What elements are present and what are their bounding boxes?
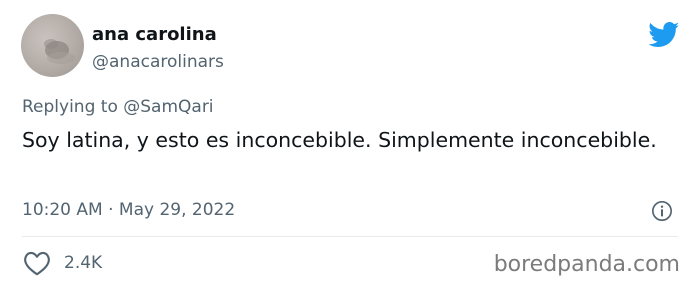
like-count: 2.4K: [64, 253, 103, 273]
watermark: boredpanda.com: [493, 252, 680, 277]
like-action[interactable]: 2.4K: [22, 250, 102, 276]
info-icon[interactable]: [651, 200, 673, 222]
tweet-text: Soy latina, y esto es inconcebible. Simp…: [22, 128, 657, 152]
replying-prefix: Replying to: [22, 97, 124, 117]
author-handle[interactable]: @anacarolinars: [92, 52, 224, 72]
tweet-card: ana carolina @anacarolinars Replying to …: [0, 0, 700, 288]
heart-icon[interactable]: [22, 250, 52, 276]
tweet-timestamp[interactable]: 10:20 AM · May 29, 2022: [22, 200, 235, 220]
author-name[interactable]: ana carolina: [92, 24, 217, 45]
reply-mention-link[interactable]: @SamQari: [123, 97, 213, 117]
avatar[interactable]: [21, 14, 84, 77]
divider: [22, 236, 678, 237]
replying-to: Replying to @SamQari: [22, 97, 214, 117]
twitter-bird-icon[interactable]: [648, 22, 680, 48]
